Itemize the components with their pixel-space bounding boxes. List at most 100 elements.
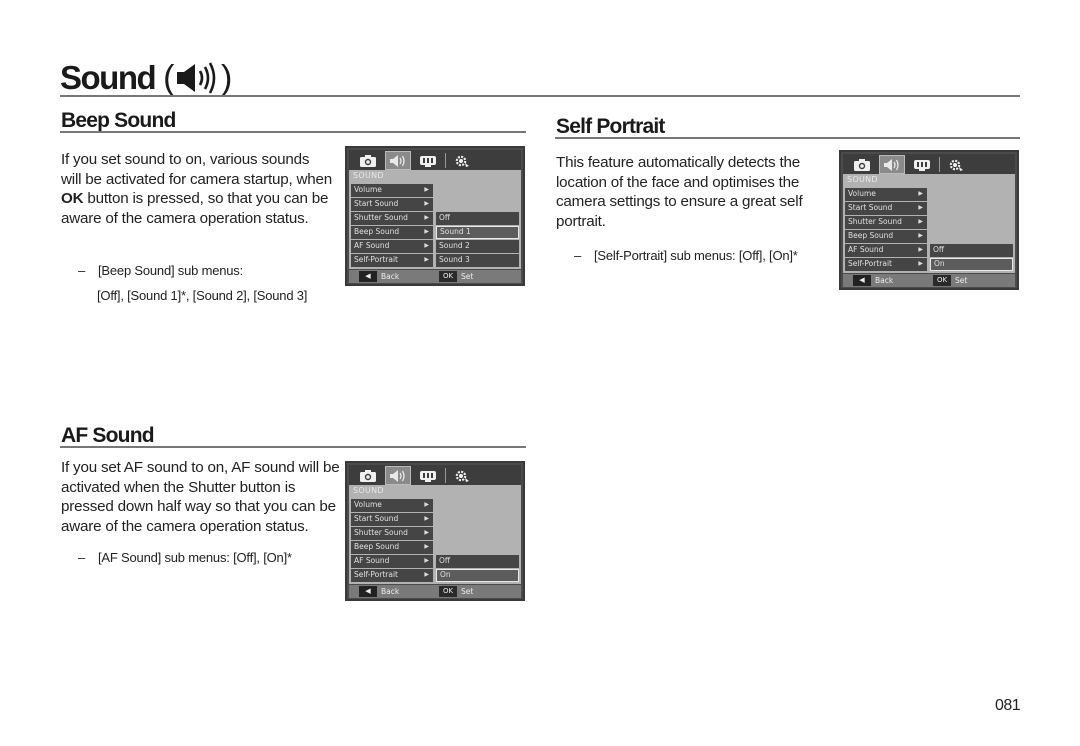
- beep-sound-divider: [60, 131, 526, 133]
- speaker-sound-icon: [176, 62, 216, 94]
- camera-menu-item[interactable]: Beep Sound ▶: [351, 226, 433, 239]
- back-label: Back: [875, 276, 894, 285]
- set-label: Set: [955, 276, 968, 285]
- camera-menu-body: SOUND Volume ▶ Start Sound ▶ Shutter Sound ▶ Be…: [349, 485, 521, 584]
- af-sound-submenu-note: – [AF Sound] sub menus: [Off], [On]*: [78, 550, 292, 565]
- chevron-right-icon: ▶: [424, 543, 429, 550]
- chevron-right-icon: ▶: [424, 557, 429, 564]
- camera-menu-footer: ◀ Back OK Set: [349, 585, 521, 598]
- ok-button-label: OK: [61, 190, 84, 207]
- sound-icon[interactable]: [385, 466, 411, 485]
- camera-menu-item[interactable]: AF Sound ▶: [845, 244, 927, 257]
- chevron-right-icon: ▶: [424, 515, 429, 522]
- chevron-right-icon: ▶: [918, 246, 923, 253]
- camera-menu-option[interactable]: Off: [436, 555, 519, 568]
- ok-button[interactable]: OK: [439, 271, 457, 282]
- title-divider: [60, 95, 1020, 97]
- camera-screen-af-sound: SOUND Volume ▶ Start Sound ▶ Shutter Sound ▶ Be…: [345, 461, 525, 601]
- chevron-right-icon: ▶: [424, 214, 429, 221]
- self-portrait-description: This feature automatically detects the l…: [556, 154, 803, 230]
- camera-menu-item[interactable]: Self-Portrait ▶: [351, 569, 433, 582]
- sound-icon[interactable]: [385, 151, 411, 170]
- beep-sound-submenu-note: – [Beep Sound] sub menus: [Off], [Sound 1…: [78, 263, 308, 303]
- camera-menu-option[interactable]: Off: [436, 212, 519, 225]
- camera-menu-option[interactable]: Sound 3: [436, 254, 519, 267]
- camera-menu-item[interactable]: Shutter Sound ▶: [845, 216, 927, 229]
- camera-menu-option[interactable]: Off: [930, 244, 1013, 257]
- camera-menu-footer: ◀ Back OK Set: [349, 270, 521, 283]
- tab-separator: [939, 157, 940, 172]
- camera-icon[interactable]: [355, 466, 381, 485]
- camera-menu-item[interactable]: Start Sound ▶: [845, 202, 927, 215]
- camera-menu-item[interactable]: Self-Portrait ▶: [845, 258, 927, 271]
- camera-menu-item[interactable]: Self-Portrait ▶: [351, 254, 433, 267]
- chevron-right-icon: ▶: [424, 186, 429, 193]
- camera-menu-item[interactable]: Volume ▶: [845, 188, 927, 201]
- camera-menu-item[interactable]: Volume ▶: [351, 184, 433, 197]
- camera-menu-item[interactable]: Shutter Sound ▶: [351, 527, 433, 540]
- back-arrow-icon[interactable]: ◀: [853, 275, 871, 286]
- af-sound-heading: AF Sound: [61, 424, 155, 447]
- chevron-right-icon: ▶: [424, 228, 429, 235]
- set-label: Set: [461, 587, 474, 596]
- camera-menu-option[interactable]: On: [930, 258, 1013, 271]
- camera-menu-item[interactable]: Start Sound ▶: [351, 513, 433, 526]
- chevron-right-icon: ▶: [918, 232, 923, 239]
- af-sound-description: If you set AF sound to on, AF sound will…: [61, 459, 340, 535]
- chevron-right-icon: ▶: [424, 256, 429, 263]
- camera-menu-item[interactable]: Start Sound ▶: [351, 198, 433, 211]
- camera-menu-tabs: [843, 154, 1015, 174]
- tab-separator: [445, 468, 446, 483]
- camera-screen-beep-sound: SOUND Volume ▶ Start Sound ▶ Shutter Sound ▶ Be…: [345, 146, 525, 286]
- camera-menu-tabs: [349, 150, 521, 170]
- camera-menu-item[interactable]: Volume ▶: [351, 499, 433, 512]
- camera-menu-option[interactable]: Sound 1: [436, 226, 519, 239]
- camera-menu-footer: ◀ Back OK Set: [843, 274, 1015, 287]
- display-icon[interactable]: [909, 155, 935, 174]
- display-icon[interactable]: [415, 151, 441, 170]
- page-number: 081: [995, 697, 1021, 714]
- camera-menu-option[interactable]: Sound 2: [436, 240, 519, 253]
- chevron-right-icon: ▶: [918, 260, 923, 267]
- tab-separator: [445, 153, 446, 168]
- chevron-right-icon: ▶: [918, 190, 923, 197]
- camera-menu-item[interactable]: Beep Sound ▶: [351, 541, 433, 554]
- set-label: Set: [461, 272, 474, 281]
- self-portrait-divider: [555, 137, 1020, 139]
- ok-button[interactable]: OK: [439, 586, 457, 597]
- chevron-right-icon: ▶: [424, 242, 429, 249]
- camera-icon[interactable]: [849, 155, 875, 174]
- back-label: Back: [381, 272, 400, 281]
- camera-screen-self-portrait: SOUND Volume ▶ Start Sound ▶ Shutter Sound ▶ Be…: [839, 150, 1019, 290]
- display-icon[interactable]: [415, 466, 441, 485]
- beep-sound-heading: Beep Sound: [61, 109, 176, 132]
- camera-menu-label: SOUND: [847, 175, 878, 184]
- camera-menu-body: SOUND Volume ▶ Start Sound ▶ Shutter Sound ▶ Be…: [843, 174, 1015, 273]
- sound-icon[interactable]: [879, 155, 905, 174]
- camera-menu-label: SOUND: [353, 171, 384, 180]
- chevron-right-icon: ▶: [424, 529, 429, 536]
- page-title: Sound ( ): [60, 59, 232, 97]
- camera-menu-item[interactable]: Beep Sound ▶: [845, 230, 927, 243]
- beep-sound-description: If you set sound to on, various sounds w…: [61, 151, 333, 227]
- camera-menu-item[interactable]: Shutter Sound ▶: [351, 212, 433, 225]
- camera-menu-label: SOUND: [353, 486, 384, 495]
- camera-menu-option[interactable]: On: [436, 569, 519, 582]
- chevron-right-icon: ▶: [424, 571, 429, 578]
- af-sound-divider: [60, 446, 526, 448]
- camera-menu-item[interactable]: AF Sound ▶: [351, 240, 433, 253]
- back-arrow-icon[interactable]: ◀: [359, 271, 377, 282]
- page-title-text: Sound: [60, 59, 157, 96]
- settings-icon[interactable]: [449, 466, 475, 485]
- camera-menu-item[interactable]: AF Sound ▶: [351, 555, 433, 568]
- settings-icon[interactable]: [449, 151, 475, 170]
- camera-menu-tabs: [349, 465, 521, 485]
- chevron-right-icon: ▶: [424, 501, 429, 508]
- back-arrow-icon[interactable]: ◀: [359, 586, 377, 597]
- camera-icon[interactable]: [355, 151, 381, 170]
- chevron-right-icon: ▶: [424, 200, 429, 207]
- self-portrait-submenu-note: – [Self-Portrait] sub menus: [Off], [On]*: [574, 248, 798, 263]
- camera-menu-body: SOUND Volume ▶ Start Sound ▶ Shutter Sound ▶ Be…: [349, 170, 521, 269]
- ok-button[interactable]: OK: [933, 275, 951, 286]
- settings-icon[interactable]: [943, 155, 969, 174]
